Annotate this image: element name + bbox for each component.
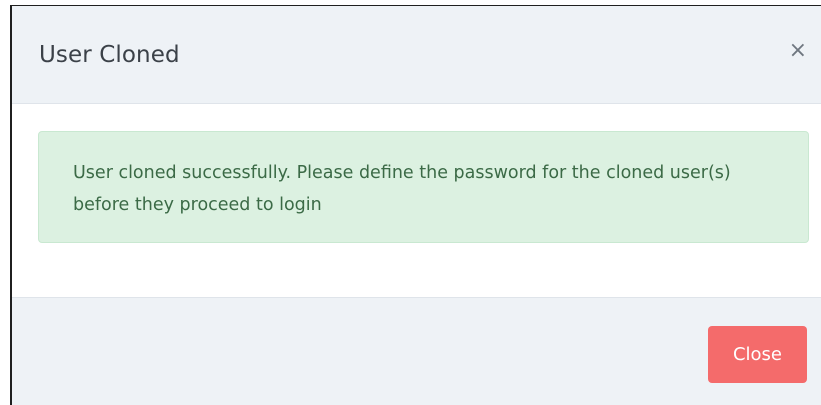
modal-header: User Cloned × — [12, 6, 821, 104]
user-cloned-modal: User Cloned × User cloned successfully. … — [10, 5, 821, 405]
close-icon[interactable]: × — [789, 40, 807, 62]
success-alert: User cloned successfully. Please define … — [38, 131, 809, 243]
close-button[interactable]: Close — [708, 326, 807, 383]
alert-message: User cloned successfully. Please define … — [73, 163, 731, 215]
modal-footer: Close — [12, 297, 821, 405]
modal-body: User cloned successfully. Please define … — [12, 105, 821, 297]
modal-title: User Cloned — [39, 42, 180, 68]
